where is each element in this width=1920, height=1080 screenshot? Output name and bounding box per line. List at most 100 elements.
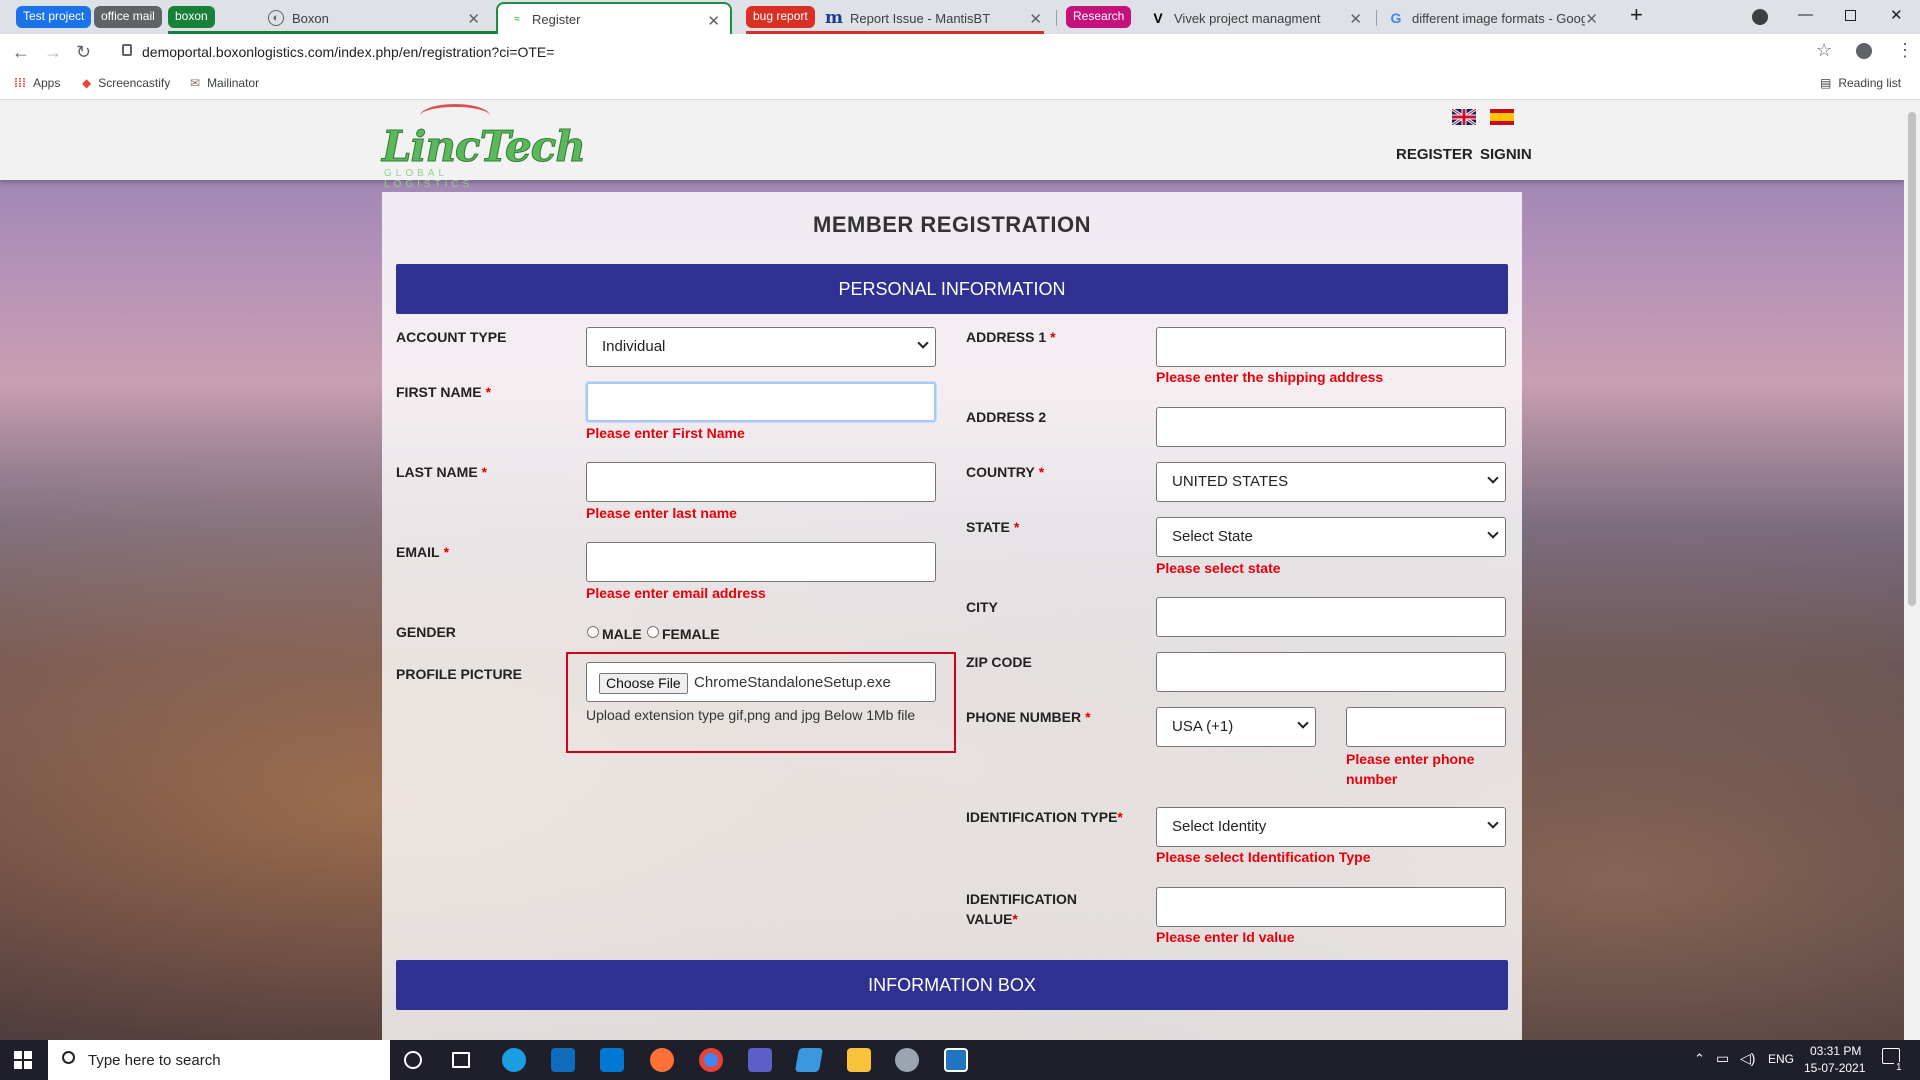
tab-separator xyxy=(1376,10,1377,26)
phone-number-input[interactable] xyxy=(1346,707,1506,747)
tray-chevron-icon[interactable]: ⌃ xyxy=(1694,1051,1705,1067)
id-type-error: Please select Identification Type xyxy=(1156,849,1371,865)
back-icon[interactable]: ← xyxy=(12,42,30,63)
profile-picture-hint: Upload extension type gif,png and jpg Be… xyxy=(586,707,916,723)
email-input[interactable] xyxy=(586,542,936,582)
volume-icon[interactable]: ◁) xyxy=(1740,1050,1755,1067)
id-value-input[interactable] xyxy=(1156,887,1506,927)
task-view-icon[interactable] xyxy=(452,1052,470,1068)
close-icon[interactable]: ✕ xyxy=(707,12,720,30)
snipping-tool-icon[interactable] xyxy=(794,1048,824,1072)
page-scrollbar[interactable] xyxy=(1904,100,1920,1040)
linctech-logo[interactable]: LincTech GLOBAL LOGISTICS xyxy=(382,102,586,190)
page-title: MEMBER REGISTRATION xyxy=(813,212,1091,237)
restore-icon[interactable] xyxy=(1845,10,1856,21)
tab-group-bug-report[interactable]: bug report xyxy=(746,6,815,28)
v-logo-icon: V xyxy=(1153,10,1163,26)
last-name-label: LAST NAME * xyxy=(396,464,488,480)
nav-register-link[interactable]: REGISTER xyxy=(1396,146,1473,163)
id-type-select[interactable]: Select Identity xyxy=(1156,807,1506,847)
gender-male-radio[interactable] xyxy=(587,626,599,638)
tab-vivek[interactable]: V Vivek project managment ✕ xyxy=(1150,2,1372,34)
edge-icon[interactable] xyxy=(502,1048,526,1072)
scrollbar-thumb[interactable] xyxy=(1908,112,1916,606)
bookmarks-bar: ⁞⁞⁞ Apps ◆ Screencastify ✉ Mailinator ▤ … xyxy=(0,70,1920,100)
windows-taskbar: Type here to search ⌃ ▭ ◁) ENG 03:31 PM … xyxy=(0,1040,1920,1080)
clock-time[interactable]: 03:31 PM xyxy=(1810,1044,1861,1058)
lock-icon[interactable] xyxy=(122,44,132,56)
profile-picture-file-input[interactable]: Choose File ChromeStandaloneSetup.exe xyxy=(586,662,936,702)
mailinator-icon: ✉ xyxy=(190,76,201,90)
spain-flag-icon[interactable] xyxy=(1490,109,1514,125)
reading-list-icon: ▤ xyxy=(1820,76,1832,90)
cortana-icon[interactable] xyxy=(404,1051,422,1069)
gender-female-label[interactable]: FEMALE xyxy=(662,626,720,642)
windows-start-icon[interactable] xyxy=(14,1051,32,1069)
address2-input[interactable] xyxy=(1156,407,1506,447)
taskbar-search-box[interactable]: Type here to search xyxy=(48,1040,390,1080)
tab-group-boxon[interactable]: boxon xyxy=(168,6,215,28)
minimize-icon[interactable]: — xyxy=(1798,6,1813,23)
account-type-select[interactable]: Individual xyxy=(586,327,936,367)
menu-kebab-icon[interactable]: ⋮ xyxy=(1896,40,1914,61)
phone-country-code-select[interactable]: USA (+1) xyxy=(1156,707,1316,747)
address1-input[interactable] xyxy=(1156,327,1506,367)
close-icon[interactable]: ✕ xyxy=(1029,10,1042,28)
chrome-icon[interactable] xyxy=(699,1048,723,1072)
close-icon[interactable]: ✕ xyxy=(467,10,480,28)
apps-grid-icon: ⁞⁞⁞ xyxy=(14,76,26,90)
forward-icon[interactable]: → xyxy=(44,42,62,63)
file-explorer-icon[interactable] xyxy=(847,1048,871,1072)
gender-female-radio[interactable] xyxy=(647,626,659,638)
tab-group-test-project[interactable]: Test project xyxy=(16,6,92,28)
reading-list[interactable]: ▤ Reading list xyxy=(1820,76,1901,90)
tab-register[interactable]: ≈ Register ✕ xyxy=(496,2,732,34)
photos-icon[interactable] xyxy=(944,1048,968,1072)
bookmark-mailinator[interactable]: ✉ Mailinator xyxy=(190,76,259,90)
mail-icon[interactable] xyxy=(600,1048,624,1072)
bookmark-star-icon[interactable]: ☆ xyxy=(1816,40,1832,61)
uk-flag-icon[interactable] xyxy=(1452,109,1476,125)
gender-male-label[interactable]: MALE xyxy=(602,626,642,642)
bookmark-screencastify[interactable]: ◆ Screencastify xyxy=(82,76,170,90)
tab-search-icon[interactable] xyxy=(1752,9,1768,25)
choose-file-button[interactable]: Choose File xyxy=(599,673,688,694)
store-icon[interactable] xyxy=(551,1048,575,1072)
profile-avatar-icon[interactable] xyxy=(1856,43,1872,59)
search-icon xyxy=(62,1051,75,1064)
network-icon[interactable]: ▭ xyxy=(1716,1050,1729,1067)
reload-icon[interactable]: ↻ xyxy=(76,42,91,63)
close-icon[interactable]: ✕ xyxy=(1585,10,1598,28)
address-bar[interactable]: demoportal.boxonlogistics.com/index.php/… xyxy=(108,37,1834,67)
teams-icon[interactable] xyxy=(748,1048,772,1072)
tab-group-research[interactable]: Research xyxy=(1066,6,1132,28)
last-name-input[interactable] xyxy=(586,462,936,502)
logo-subtitle: GLOBAL LOGISTICS xyxy=(384,168,474,190)
bookmark-apps[interactable]: ⁞⁞⁞ Apps xyxy=(14,76,60,90)
first-name-error: Please enter First Name xyxy=(586,425,745,441)
phone-label: PHONE NUMBER * xyxy=(966,709,1091,725)
close-icon[interactable]: ✕ xyxy=(1349,10,1362,28)
city-label: CITY xyxy=(966,599,998,615)
country-select[interactable]: UNITED STATES xyxy=(1156,462,1506,502)
new-tab-icon[interactable]: + xyxy=(1630,2,1643,28)
clock-date[interactable]: 15-07-2021 xyxy=(1804,1061,1865,1075)
tab-mantisbt[interactable]: m Report Issue - MantisBT ✕ xyxy=(825,2,1052,34)
state-select[interactable]: Select State xyxy=(1156,517,1506,557)
first-name-input[interactable] xyxy=(586,382,936,422)
window-close-icon[interactable]: ✕ xyxy=(1890,6,1903,24)
tab-group-office-mail[interactable]: office mail xyxy=(94,6,162,28)
chevron-down-icon xyxy=(1487,472,1499,484)
city-input[interactable] xyxy=(1156,597,1506,637)
url-text[interactable]: demoportal.boxonlogistics.com/index.php/… xyxy=(142,44,554,60)
globe-icon: ◐ xyxy=(268,10,284,26)
nav-signin-link[interactable]: SIGNIN xyxy=(1480,146,1532,163)
id-type-label: IDENTIFICATION TYPE* xyxy=(966,809,1123,825)
firefox-icon[interactable] xyxy=(650,1048,674,1072)
tab-boxon[interactable]: ◐ Boxon ✕ xyxy=(266,2,490,34)
zip-code-input[interactable] xyxy=(1156,652,1506,692)
tab-title: Register xyxy=(532,11,581,27)
settings-app-icon[interactable] xyxy=(895,1048,919,1072)
tab-google[interactable]: G different image formats - Google ✕ xyxy=(1388,2,1608,34)
language-indicator[interactable]: ENG xyxy=(1768,1052,1794,1066)
